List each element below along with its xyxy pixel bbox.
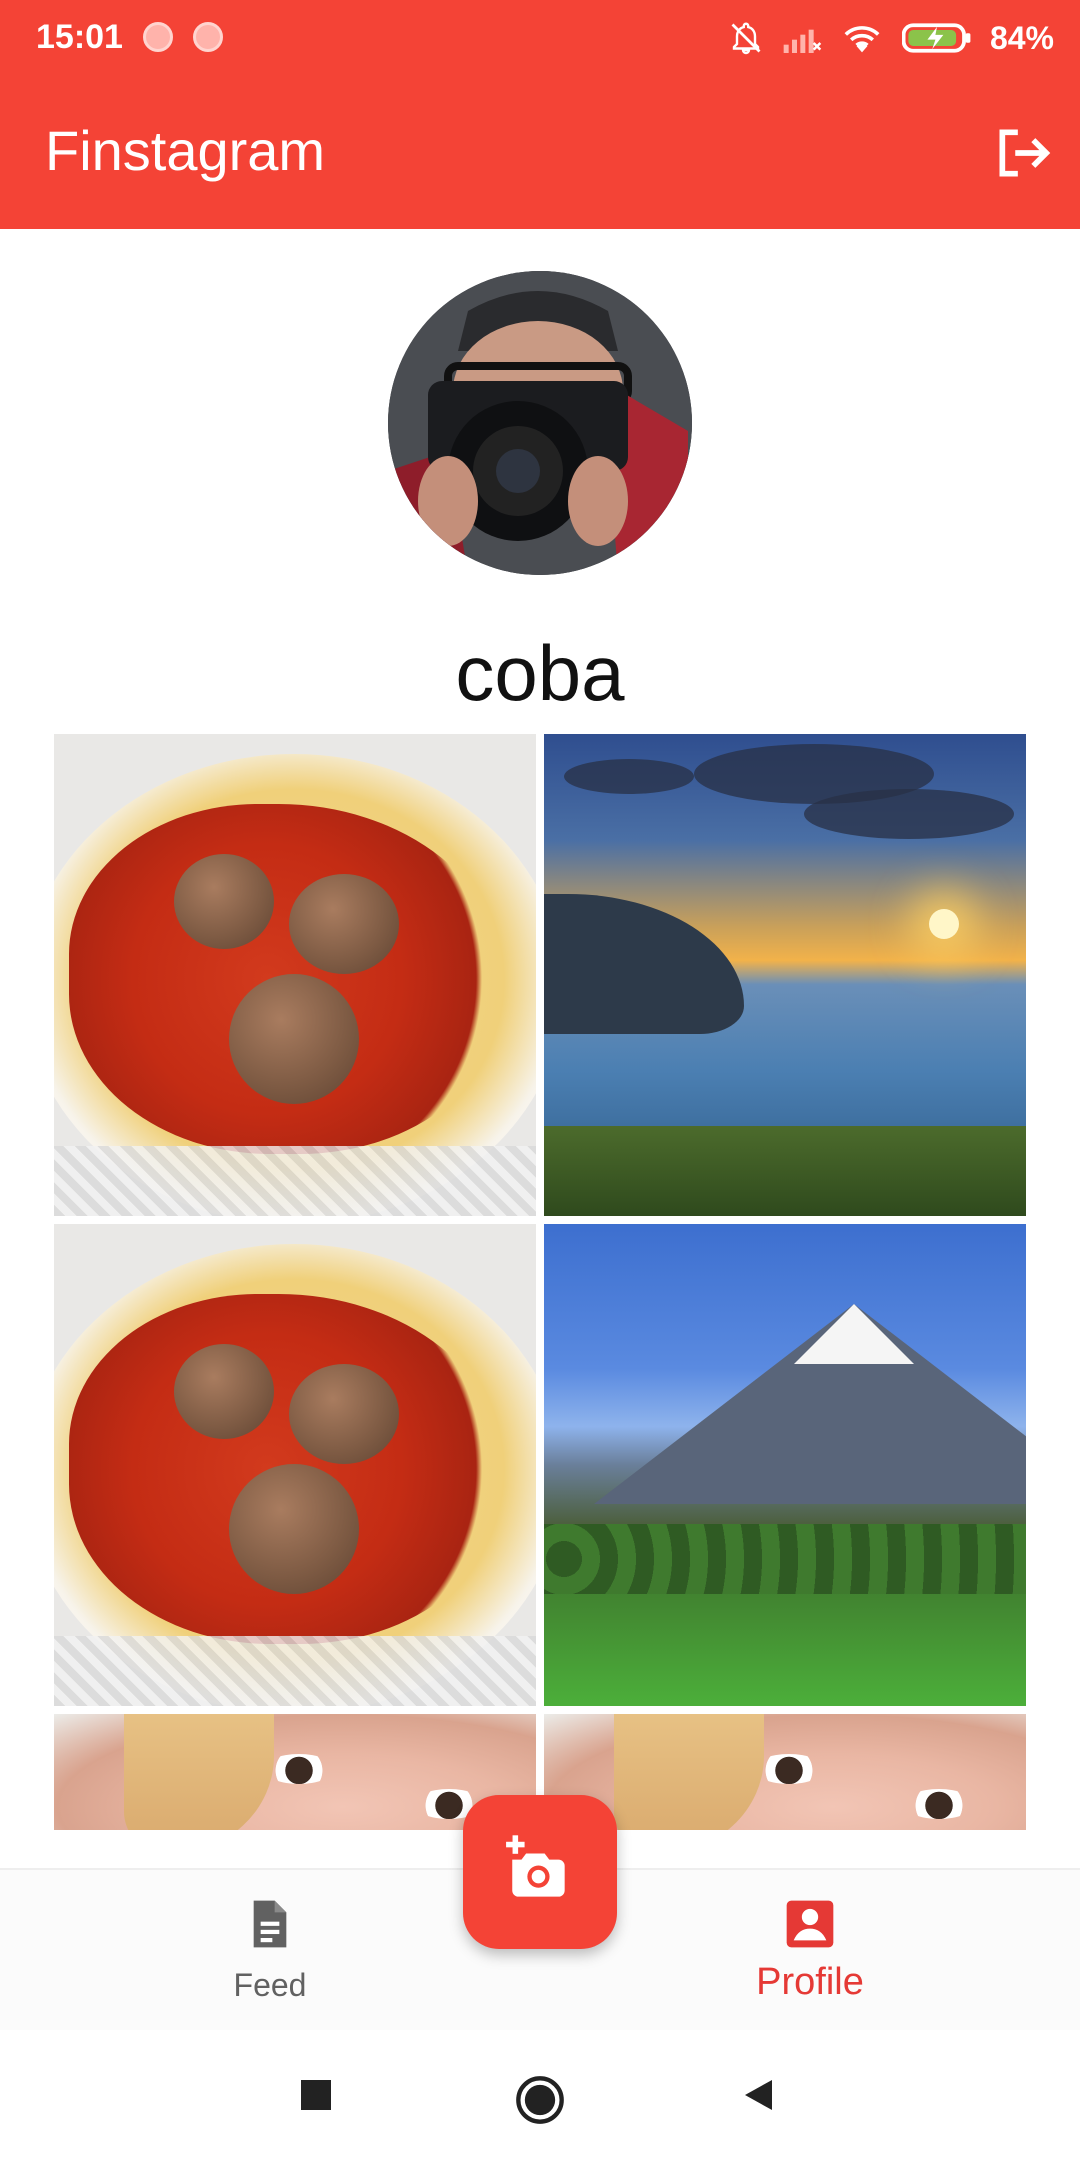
- wifi-icon: [844, 26, 880, 53]
- add-photo-icon: [506, 1835, 565, 1897]
- status-icons: 84%: [728, 14, 1054, 62]
- nav-item-feed[interactable]: Feed: [160, 1896, 380, 2004]
- signal-icon: [783, 29, 822, 53]
- grid-post-lake-sunset[interactable]: [544, 734, 1026, 1216]
- avatar-photo: [388, 271, 692, 575]
- notification-dot-icon: [143, 22, 173, 52]
- avatar[interactable]: [388, 271, 692, 575]
- document-icon: [253, 1900, 287, 1948]
- add-photo-button[interactable]: [463, 1795, 617, 1949]
- bell-off-icon: [731, 22, 761, 55]
- profile-username: coba: [455, 629, 625, 717]
- notification-dot-icon: [193, 22, 223, 52]
- top-bar: 15:01 84% Finstagram: [0, 0, 1080, 229]
- nav-label-feed: Feed: [233, 1967, 307, 2003]
- photo-grid: [54, 734, 1026, 1830]
- system-navigation-bar: [0, 2030, 1080, 2160]
- grid-post-spaghetti[interactable]: [54, 734, 536, 1216]
- battery-percentage: 84%: [989, 19, 1054, 56]
- battery-charging-icon: [901, 23, 971, 53]
- status-time: 15:01: [36, 18, 123, 56]
- nav-item-profile[interactable]: Profile: [700, 1896, 920, 2004]
- back-icon[interactable]: [742, 2077, 778, 2113]
- grid-post-portrait[interactable]: [544, 1714, 1026, 1830]
- logout-icon[interactable]: [992, 122, 1054, 184]
- recent-apps-icon[interactable]: [298, 2077, 334, 2113]
- app-title: Finstagram: [45, 119, 326, 182]
- grid-post-mountain[interactable]: [544, 1224, 1026, 1706]
- grid-post-portrait[interactable]: [54, 1714, 536, 1830]
- nav-label-profile: Profile: [756, 1961, 864, 2003]
- home-icon[interactable]: [514, 2074, 566, 2126]
- status-bar: 15:01 84%: [0, 0, 1080, 78]
- grid-post-spaghetti[interactable]: [54, 1224, 536, 1706]
- account-box-icon: [786, 1900, 834, 1948]
